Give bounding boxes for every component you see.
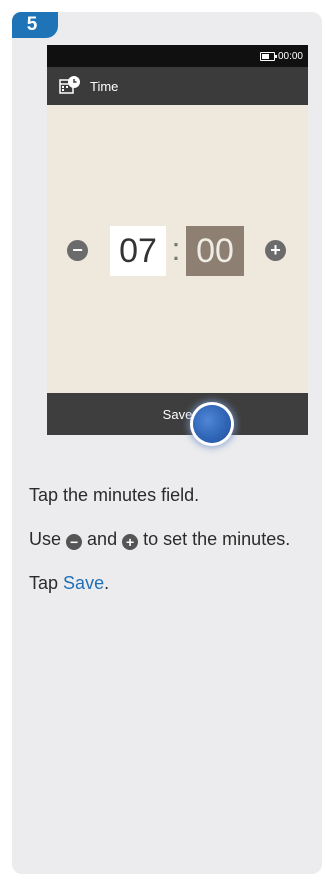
time-picker: − 07 : 00 + [47, 226, 308, 276]
screen-title: Time [90, 78, 119, 94]
plus-icon: + [122, 534, 139, 550]
device-screen: 00:00 Time − 07 : 00 + Save [47, 45, 308, 435]
status-clock: 00:00 [277, 50, 303, 62]
minus-icon: − [66, 534, 83, 550]
tap-indicator [193, 405, 231, 443]
time-setting-area: − 07 : 00 + [47, 105, 308, 393]
instruction-line-1: Tap the minutes field. [29, 485, 200, 505]
instructions: Tap the minutes field. Use − and + to se… [29, 483, 299, 595]
save-link: Save [63, 573, 105, 593]
step-badge: 5 [12, 12, 58, 38]
calendar-clock-icon [59, 76, 80, 94]
save-button-label: Save [162, 406, 193, 422]
hours-field[interactable]: 07 [110, 226, 166, 276]
minutes-field[interactable]: 00 [186, 226, 244, 276]
battery-icon [259, 51, 277, 61]
instruction-line-2: Use − and + to set the minutes. [29, 529, 291, 550]
instruction-line-3: Tap Save. [29, 573, 110, 593]
plus-icon[interactable]: + [265, 240, 286, 261]
minus-icon[interactable]: − [67, 240, 88, 261]
title-bar: Time [47, 67, 308, 105]
time-separator: : [171, 231, 181, 267]
save-button[interactable]: Save [47, 393, 308, 435]
status-bar: 00:00 [47, 45, 308, 67]
